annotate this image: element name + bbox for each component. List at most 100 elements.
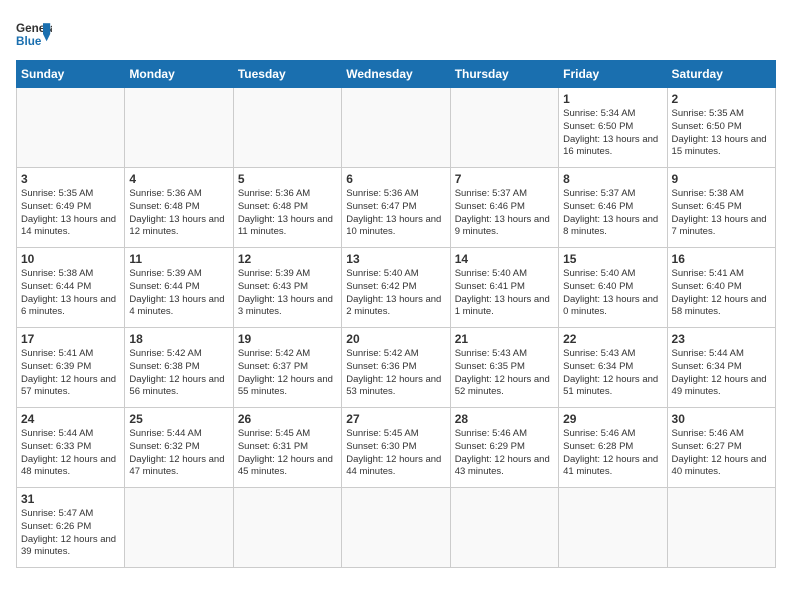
- day-number: 5: [238, 172, 337, 186]
- day-number: 22: [563, 332, 662, 346]
- day-number: 1: [563, 92, 662, 106]
- day-number: 2: [672, 92, 771, 106]
- calendar-cell: 23 Sunrise: 5:44 AM Sunset: 6:34 PM Dayli…: [667, 328, 775, 408]
- day-info: Sunrise: 5:39 AM Sunset: 6:44 PM Dayligh…: [129, 268, 228, 319]
- week-row-5: 24 Sunrise: 5:44 AM Sunset: 6:33 PM Dayli…: [17, 408, 776, 488]
- day-info: Sunrise: 5:41 AM Sunset: 6:39 PM Dayligh…: [21, 348, 120, 399]
- calendar-cell: [667, 488, 775, 568]
- day-number: 6: [346, 172, 445, 186]
- day-info: Sunrise: 5:36 AM Sunset: 6:47 PM Dayligh…: [346, 188, 445, 239]
- header-saturday: Saturday: [667, 61, 775, 88]
- calendar-cell: [450, 88, 558, 168]
- day-info: Sunrise: 5:37 AM Sunset: 6:46 PM Dayligh…: [563, 188, 662, 239]
- calendar-cell: 22 Sunrise: 5:43 AM Sunset: 6:34 PM Dayli…: [559, 328, 667, 408]
- calendar-cell: 9Sunrise: 5:38 AM Sunset: 6:45 PM Daylig…: [667, 168, 775, 248]
- calendar-cell: 30 Sunrise: 5:46 AM Sunset: 6:27 PM Dayli…: [667, 408, 775, 488]
- day-info: Sunrise: 5:41 AM Sunset: 6:40 PM Dayligh…: [672, 268, 771, 319]
- day-info: Sunrise: 5:45 AM Sunset: 6:31 PM Dayligh…: [238, 428, 337, 479]
- calendar-cell: [342, 488, 450, 568]
- day-info: Sunrise: 5:42 AM Sunset: 6:38 PM Dayligh…: [129, 348, 228, 399]
- header-sunday: Sunday: [17, 61, 125, 88]
- day-number: 12: [238, 252, 337, 266]
- page-header: General Blue: [16, 16, 776, 52]
- day-info: Sunrise: 5:44 AM Sunset: 6:34 PM Dayligh…: [672, 348, 771, 399]
- calendar-cell: [125, 88, 233, 168]
- calendar-cell: 27 Sunrise: 5:45 AM Sunset: 6:30 PM Dayli…: [342, 408, 450, 488]
- day-info: Sunrise: 5:40 AM Sunset: 6:41 PM Dayligh…: [455, 268, 554, 319]
- calendar-cell: [233, 488, 341, 568]
- generalblue-logo-icon: General Blue: [16, 16, 52, 52]
- day-number: 18: [129, 332, 228, 346]
- day-info: Sunrise: 5:46 AM Sunset: 6:27 PM Dayligh…: [672, 428, 771, 479]
- day-number: 15: [563, 252, 662, 266]
- day-number: 20: [346, 332, 445, 346]
- calendar-cell: 15 Sunrise: 5:40 AM Sunset: 6:40 PM Dayli…: [559, 248, 667, 328]
- header-wednesday: Wednesday: [342, 61, 450, 88]
- day-number: 27: [346, 412, 445, 426]
- calendar-cell: 17 Sunrise: 5:41 AM Sunset: 6:39 PM Dayli…: [17, 328, 125, 408]
- calendar-cell: 31Sunrise: 5:47 AM Sunset: 6:26 PM Dayli…: [17, 488, 125, 568]
- day-number: 8: [563, 172, 662, 186]
- day-number: 23: [672, 332, 771, 346]
- day-info: Sunrise: 5:39 AM Sunset: 6:43 PM Dayligh…: [238, 268, 337, 319]
- day-info: Sunrise: 5:43 AM Sunset: 6:35 PM Dayligh…: [455, 348, 554, 399]
- day-number: 24: [21, 412, 120, 426]
- svg-text:Blue: Blue: [16, 35, 42, 48]
- calendar-cell: 5 Sunrise: 5:36 AM Sunset: 6:48 PM Daylig…: [233, 168, 341, 248]
- day-info: Sunrise: 5:43 AM Sunset: 6:34 PM Dayligh…: [563, 348, 662, 399]
- header-friday: Friday: [559, 61, 667, 88]
- day-info: Sunrise: 5:40 AM Sunset: 6:42 PM Dayligh…: [346, 268, 445, 319]
- week-row-4: 17 Sunrise: 5:41 AM Sunset: 6:39 PM Dayli…: [17, 328, 776, 408]
- header-thursday: Thursday: [450, 61, 558, 88]
- day-info: Sunrise: 5:44 AM Sunset: 6:32 PM Dayligh…: [129, 428, 228, 479]
- day-number: 3: [21, 172, 120, 186]
- calendar-cell: [450, 488, 558, 568]
- logo: General Blue: [16, 16, 52, 52]
- day-number: 16: [672, 252, 771, 266]
- calendar-cell: 21Sunrise: 5:43 AM Sunset: 6:35 PM Dayli…: [450, 328, 558, 408]
- day-number: 17: [21, 332, 120, 346]
- day-info: Sunrise: 5:36 AM Sunset: 6:48 PM Dayligh…: [129, 188, 228, 239]
- calendar-cell: 10 Sunrise: 5:38 AM Sunset: 6:44 PM Dayli…: [17, 248, 125, 328]
- day-info: Sunrise: 5:46 AM Sunset: 6:29 PM Dayligh…: [455, 428, 554, 479]
- calendar-cell: 20 Sunrise: 5:42 AM Sunset: 6:36 PM Dayli…: [342, 328, 450, 408]
- calendar-cell: 2Sunrise: 5:35 AM Sunset: 6:50 PM Daylig…: [667, 88, 775, 168]
- calendar-cell: 16 Sunrise: 5:41 AM Sunset: 6:40 PM Dayli…: [667, 248, 775, 328]
- day-info: Sunrise: 5:34 AM Sunset: 6:50 PM Dayligh…: [563, 108, 662, 159]
- day-info: Sunrise: 5:46 AM Sunset: 6:28 PM Dayligh…: [563, 428, 662, 479]
- day-number: 9: [672, 172, 771, 186]
- day-info: Sunrise: 5:42 AM Sunset: 6:36 PM Dayligh…: [346, 348, 445, 399]
- calendar-table: SundayMondayTuesdayWednesdayThursdayFrid…: [16, 60, 776, 568]
- day-info: Sunrise: 5:36 AM Sunset: 6:48 PM Dayligh…: [238, 188, 337, 239]
- calendar-cell: 25 Sunrise: 5:44 AM Sunset: 6:32 PM Dayli…: [125, 408, 233, 488]
- calendar-cell: 6 Sunrise: 5:36 AM Sunset: 6:47 PM Daylig…: [342, 168, 450, 248]
- calendar-cell: [342, 88, 450, 168]
- calendar-cell: 3 Sunrise: 5:35 AM Sunset: 6:49 PM Daylig…: [17, 168, 125, 248]
- day-info: Sunrise: 5:35 AM Sunset: 6:49 PM Dayligh…: [21, 188, 120, 239]
- calendar-cell: 11 Sunrise: 5:39 AM Sunset: 6:44 PM Dayli…: [125, 248, 233, 328]
- day-info: Sunrise: 5:37 AM Sunset: 6:46 PM Dayligh…: [455, 188, 554, 239]
- day-number: 19: [238, 332, 337, 346]
- week-row-1: 1 Sunrise: 5:34 AM Sunset: 6:50 PM Daylig…: [17, 88, 776, 168]
- calendar-cell: [559, 488, 667, 568]
- day-number: 30: [672, 412, 771, 426]
- day-number: 11: [129, 252, 228, 266]
- day-number: 10: [21, 252, 120, 266]
- calendar-cell: 14Sunrise: 5:40 AM Sunset: 6:41 PM Dayli…: [450, 248, 558, 328]
- calendar-cell: 13Sunrise: 5:40 AM Sunset: 6:42 PM Dayli…: [342, 248, 450, 328]
- day-number: 28: [455, 412, 554, 426]
- calendar-cell: 28 Sunrise: 5:46 AM Sunset: 6:29 PM Dayli…: [450, 408, 558, 488]
- calendar-cell: 7Sunrise: 5:37 AM Sunset: 6:46 PM Daylig…: [450, 168, 558, 248]
- day-info: Sunrise: 5:40 AM Sunset: 6:40 PM Dayligh…: [563, 268, 662, 319]
- calendar-cell: 19Sunrise: 5:42 AM Sunset: 6:37 PM Dayli…: [233, 328, 341, 408]
- day-number: 25: [129, 412, 228, 426]
- day-info: Sunrise: 5:45 AM Sunset: 6:30 PM Dayligh…: [346, 428, 445, 479]
- calendar-cell: [17, 88, 125, 168]
- calendar-cell: 26Sunrise: 5:45 AM Sunset: 6:31 PM Dayli…: [233, 408, 341, 488]
- day-info: Sunrise: 5:38 AM Sunset: 6:44 PM Dayligh…: [21, 268, 120, 319]
- calendar-cell: 18 Sunrise: 5:42 AM Sunset: 6:38 PM Dayli…: [125, 328, 233, 408]
- day-number: 4: [129, 172, 228, 186]
- week-row-6: 31Sunrise: 5:47 AM Sunset: 6:26 PM Dayli…: [17, 488, 776, 568]
- day-info: Sunrise: 5:44 AM Sunset: 6:33 PM Dayligh…: [21, 428, 120, 479]
- calendar-body: 1 Sunrise: 5:34 AM Sunset: 6:50 PM Daylig…: [17, 88, 776, 568]
